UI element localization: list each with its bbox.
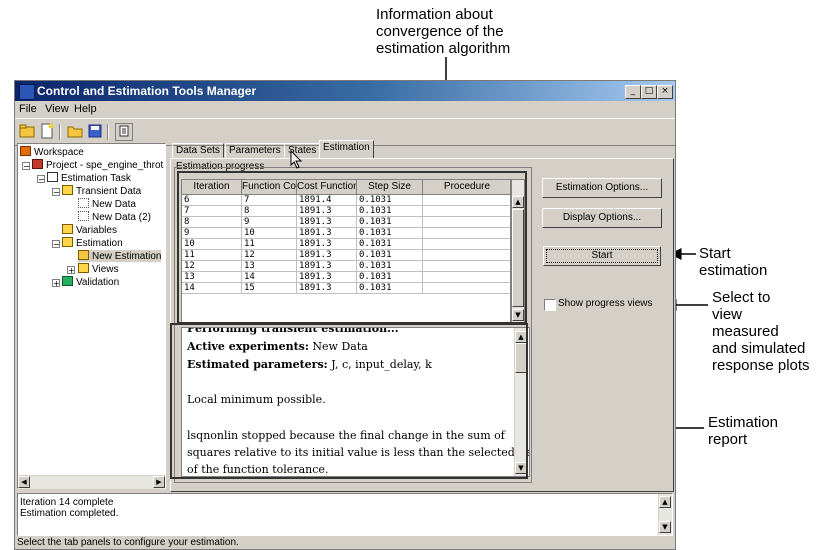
- log-line: Estimation completed.: [20, 508, 119, 519]
- estimation-options-button[interactable]: Estimation Options...: [542, 178, 662, 198]
- toolbar-separator: [107, 124, 109, 140]
- expand-icon[interactable]: +: [52, 279, 60, 288]
- tree-label: Project - spe_engine_throt: [46, 160, 164, 171]
- convergence-highlight: [177, 171, 527, 324]
- data-folder-icon: [62, 185, 73, 195]
- tree-item-new-estimation[interactable]: New Estimation: [78, 250, 162, 262]
- collapse-icon[interactable]: −: [52, 240, 60, 249]
- scroll-right-icon[interactable]: ▶: [153, 476, 165, 488]
- project-icon: [32, 159, 43, 169]
- tree-item-estimation[interactable]: Estimation: [62, 237, 123, 249]
- matlab-icon: [20, 146, 31, 156]
- tree-item-validation[interactable]: Validation: [62, 276, 119, 288]
- tab-data-sets[interactable]: Data Sets: [172, 143, 224, 158]
- tree-item-views[interactable]: Views: [78, 263, 119, 275]
- minimize-button[interactable]: _: [625, 85, 641, 99]
- menu-view[interactable]: View: [45, 103, 69, 115]
- tab-parameters[interactable]: Parameters: [225, 143, 285, 158]
- scroll-left-icon[interactable]: ◀: [18, 476, 30, 488]
- tree-item-variables[interactable]: Variables: [62, 224, 117, 236]
- menu-help[interactable]: Help: [74, 103, 97, 115]
- expand-icon[interactable]: +: [67, 266, 75, 275]
- workspace-tree: Workspace − Project - spe_engine_throt −…: [17, 143, 166, 489]
- new-folder-icon[interactable]: [19, 123, 35, 139]
- properties-icon[interactable]: [115, 123, 133, 141]
- tree-item-project[interactable]: Project - spe_engine_throt: [32, 159, 163, 171]
- views-icon: [78, 263, 89, 273]
- dataset-icon: [78, 211, 89, 221]
- scroll-down-icon[interactable]: ▼: [659, 521, 671, 533]
- collapse-icon[interactable]: −: [52, 188, 60, 197]
- tree-label: Estimation Task: [61, 173, 131, 184]
- tree-label: New Data (2): [92, 212, 151, 223]
- tree-label: Validation: [76, 277, 120, 288]
- tree-item-estimation-task[interactable]: Estimation Task: [47, 172, 131, 184]
- task-icon: [47, 172, 58, 182]
- log-scrollbar[interactable]: ▲ ▼: [658, 494, 672, 535]
- tree-item-transient-data[interactable]: Transient Data: [62, 185, 141, 197]
- tree-label: New Data: [92, 199, 136, 210]
- title-bar: Control and Estimation Tools Manager _ □…: [15, 81, 675, 101]
- cursor-icon: [290, 150, 303, 169]
- close-button[interactable]: ×: [657, 85, 673, 99]
- tree-label: Workspace: [34, 147, 84, 158]
- collapse-icon[interactable]: −: [37, 175, 45, 184]
- start-button[interactable]: Start: [543, 246, 661, 266]
- tree-label: Variables: [76, 225, 117, 236]
- tree-horizontal-scrollbar[interactable]: ◀ ▶: [18, 475, 165, 489]
- tree-label: Transient Data: [76, 186, 142, 197]
- report-highlight: [170, 323, 528, 479]
- save-icon[interactable]: [87, 123, 103, 139]
- estimation-icon: [78, 250, 89, 260]
- menu-file[interactable]: File: [19, 103, 37, 115]
- window-title: Control and Estimation Tools Manager: [37, 84, 257, 98]
- validation-icon: [62, 276, 73, 286]
- display-options-button[interactable]: Display Options...: [542, 208, 662, 228]
- app-icon: [19, 84, 35, 100]
- tree-item-new-data[interactable]: New Data: [78, 198, 136, 210]
- menu-bar: File View Help: [15, 101, 675, 117]
- maximize-button[interactable]: □: [641, 85, 657, 99]
- tree-label: Views: [92, 264, 119, 275]
- log-line: Iteration 14 complete: [20, 497, 114, 508]
- tree-item-workspace[interactable]: Workspace: [20, 146, 84, 158]
- toolbar-separator: [59, 124, 61, 140]
- tree-label: Estimation: [76, 238, 123, 249]
- tree-item-new-data-2[interactable]: New Data (2): [78, 211, 151, 223]
- status-bar: Select the tab panels to configure your …: [17, 537, 239, 548]
- tree-label: New Estimation: [92, 251, 162, 262]
- show-progress-checkbox[interactable]: [544, 299, 556, 311]
- variables-icon: [62, 224, 73, 234]
- new-document-icon[interactable]: [39, 123, 55, 139]
- tab-estimation[interactable]: Estimation: [319, 140, 374, 158]
- collapse-icon[interactable]: −: [22, 162, 30, 171]
- estimation-folder-icon: [62, 237, 73, 247]
- log-box: Iteration 14 complete Estimation complet…: [17, 493, 673, 536]
- dataset-icon: [78, 198, 89, 208]
- show-progress-label[interactable]: Show progress views: [558, 298, 652, 309]
- scroll-up-icon[interactable]: ▲: [659, 496, 671, 508]
- open-folder-icon[interactable]: [67, 123, 83, 139]
